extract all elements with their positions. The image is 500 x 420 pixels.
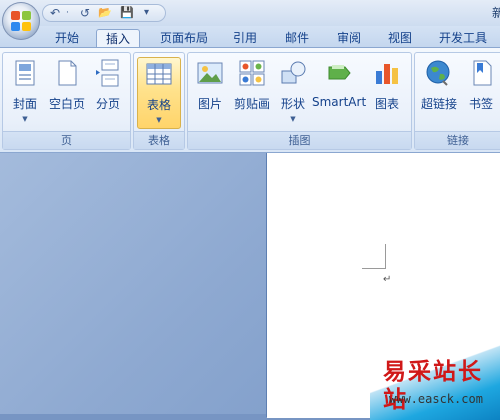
page-break-icon [96,59,119,87]
tab-view[interactable]: 视图 [381,29,419,48]
chevron-down-icon: ▼ [22,115,28,123]
chevron-down-icon: ▼ [156,116,162,124]
undo-icon[interactable]: ↶ [50,5,60,21]
smartart-label: SmartArt [312,95,367,109]
quick-access-toolbar: ↶ · ↺ 📂 💾 ▾ [42,4,166,22]
page-break-button[interactable]: 分页 [89,57,127,127]
title-bar: ↶ · ↺ 📂 💾 ▾ 新 [0,0,500,26]
cover-page-button[interactable]: 封面 ▼ [5,57,45,127]
paragraph-mark: ↵ [383,274,392,285]
blank-page-label: 空白页 [48,97,85,111]
open-folder-icon[interactable]: 📂 [98,5,112,21]
chart-button[interactable]: 图表 [368,57,406,127]
smartart-button[interactable]: SmartArt [312,57,366,127]
window-title: 新 [491,6,500,20]
blank-page-button[interactable]: 空白页 [47,57,87,127]
table-label: 表格 [146,98,171,112]
globe-icon [426,60,450,86]
save-icon[interactable]: 💾 [120,5,134,21]
margin-corner-mark-vertical [385,244,386,269]
chart-label: 图表 [374,97,399,111]
group-links: 超链接 书签 链接 [414,52,500,150]
picture-button[interactable]: 图片 [190,57,230,127]
tab-mailings[interactable]: 邮件 [278,29,316,48]
clip-art-button[interactable]: 剪贴画 [232,57,272,127]
group-label-tables: 表格 [134,131,184,149]
picture-icon [197,62,223,84]
shapes-button[interactable]: 形状 ▼ [274,57,312,127]
hyperlink-label: 超链接 [420,97,457,111]
blank-page-icon [58,60,77,86]
ribbon-insert: 封面 ▼ 空白页 分页 页 表格 ▼ 表格 图片 剪贴画 形状 ▼ SmartA… [0,47,500,153]
chart-icon [376,64,398,84]
hyperlink-button[interactable]: 超链接 [417,57,461,127]
redo-icon[interactable]: ↺ [80,5,90,21]
shapes-label: 形状 [280,97,305,111]
clip-art-label: 剪贴画 [233,97,270,111]
office-button[interactable] [2,2,40,40]
chevron-down-icon: ▼ [290,115,296,123]
office-logo-icon [11,11,31,31]
bookmark-button[interactable]: 书签 [463,57,499,127]
ribbon-tab-bar: 开始 插入 页面布局 引用 邮件 审阅 视图 开发工具 [0,26,500,49]
tab-home[interactable]: 开始 [48,29,86,48]
tab-insert[interactable]: 插入 [96,29,140,49]
clip-art-icon [239,60,265,86]
picture-label: 图片 [197,97,222,111]
group-tables: 表格 ▼ 表格 [133,52,185,150]
group-illustrations: 图片 剪贴画 形状 ▼ SmartArt 图表 插图 [187,52,412,150]
table-button[interactable]: 表格 ▼ [137,57,181,129]
cover-page-label: 封面 [12,97,37,111]
cover-page-icon [15,60,35,86]
group-label-pages: 页 [3,131,130,149]
shapes-icon [281,61,306,84]
page-break-label: 分页 [95,97,120,111]
margin-corner-mark [362,268,386,269]
customize-qat-icon[interactable]: ▾ [144,5,149,21]
group-label-links: 链接 [415,131,500,149]
tab-developer[interactable]: 开发工具 [432,29,494,48]
undo-dropdown-icon[interactable]: · [66,5,69,21]
smartart-icon [328,65,351,80]
table-icon [146,63,172,85]
tab-page-layout[interactable]: 页面布局 [153,29,215,48]
tab-review[interactable]: 审阅 [330,29,368,48]
group-label-illustrations: 插图 [188,131,411,149]
watermark-url: www.easck.com [389,392,483,406]
tab-references[interactable]: 引用 [226,29,264,48]
bookmark-label: 书签 [468,97,493,111]
group-pages: 封面 ▼ 空白页 分页 页 [2,52,131,150]
bookmark-icon [473,60,492,86]
